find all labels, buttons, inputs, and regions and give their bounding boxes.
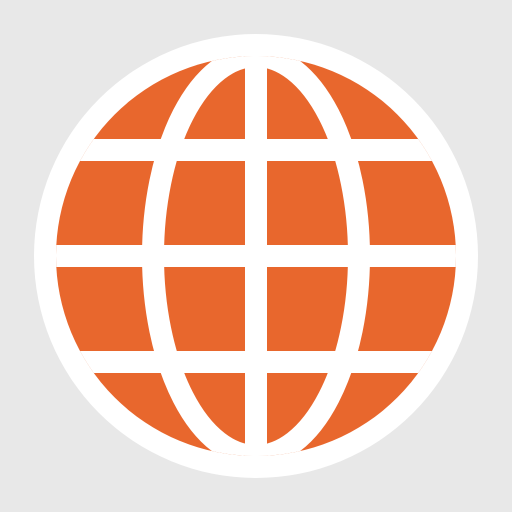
globe-icon: [0, 0, 512, 512]
app-icon-canvas: [0, 0, 512, 512]
